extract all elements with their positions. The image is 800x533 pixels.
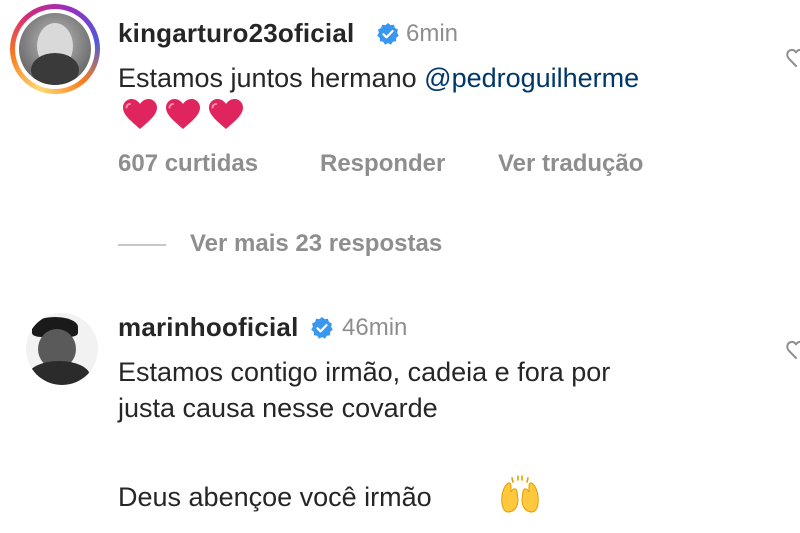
mention-link[interactable]: @pedroguilherme bbox=[424, 63, 639, 93]
like-heart-icon[interactable] bbox=[786, 48, 800, 70]
comment-username[interactable]: marinhooficial bbox=[118, 312, 299, 343]
reply-button[interactable]: Responder bbox=[320, 150, 445, 178]
comment-text: Estamos juntos hermano @pedroguilherme bbox=[118, 60, 639, 96]
red-heart-emoji-icon bbox=[166, 99, 200, 129]
avatar-story-ring[interactable] bbox=[10, 4, 100, 94]
replies-divider-line bbox=[118, 244, 166, 246]
comment-text-line-2: justa causa nesse covarde bbox=[118, 393, 438, 423]
avatar bbox=[19, 13, 91, 85]
red-heart-emoji-icon bbox=[123, 99, 157, 129]
comment-timestamp: 6min bbox=[406, 20, 459, 47]
avatar[interactable] bbox=[26, 313, 98, 385]
red-heart-emoji-icon bbox=[209, 99, 243, 129]
avatar-shoulders bbox=[31, 53, 79, 85]
like-heart-icon[interactable] bbox=[786, 340, 800, 362]
raised-hands-emoji-icon bbox=[501, 475, 539, 513]
avatar-shoulders bbox=[28, 361, 90, 385]
likes-count[interactable]: 607 curtidas bbox=[118, 150, 258, 178]
comment-text-line-1: Estamos contigo irmão, cadeia e fora por bbox=[118, 357, 611, 387]
verified-badge-icon bbox=[377, 23, 399, 45]
comment-username[interactable]: kingarturo23oficial bbox=[118, 18, 354, 49]
view-more-replies-label[interactable]: Ver mais 23 respostas bbox=[190, 230, 442, 258]
comment-timestamp: 46min bbox=[342, 314, 408, 341]
comment-text-line-3: Deus abençoe você irmão bbox=[118, 482, 432, 512]
verified-badge-icon bbox=[311, 317, 333, 339]
translate-button[interactable]: Ver tradução bbox=[498, 150, 643, 178]
comment-text-body: Estamos juntos hermano bbox=[118, 63, 425, 93]
